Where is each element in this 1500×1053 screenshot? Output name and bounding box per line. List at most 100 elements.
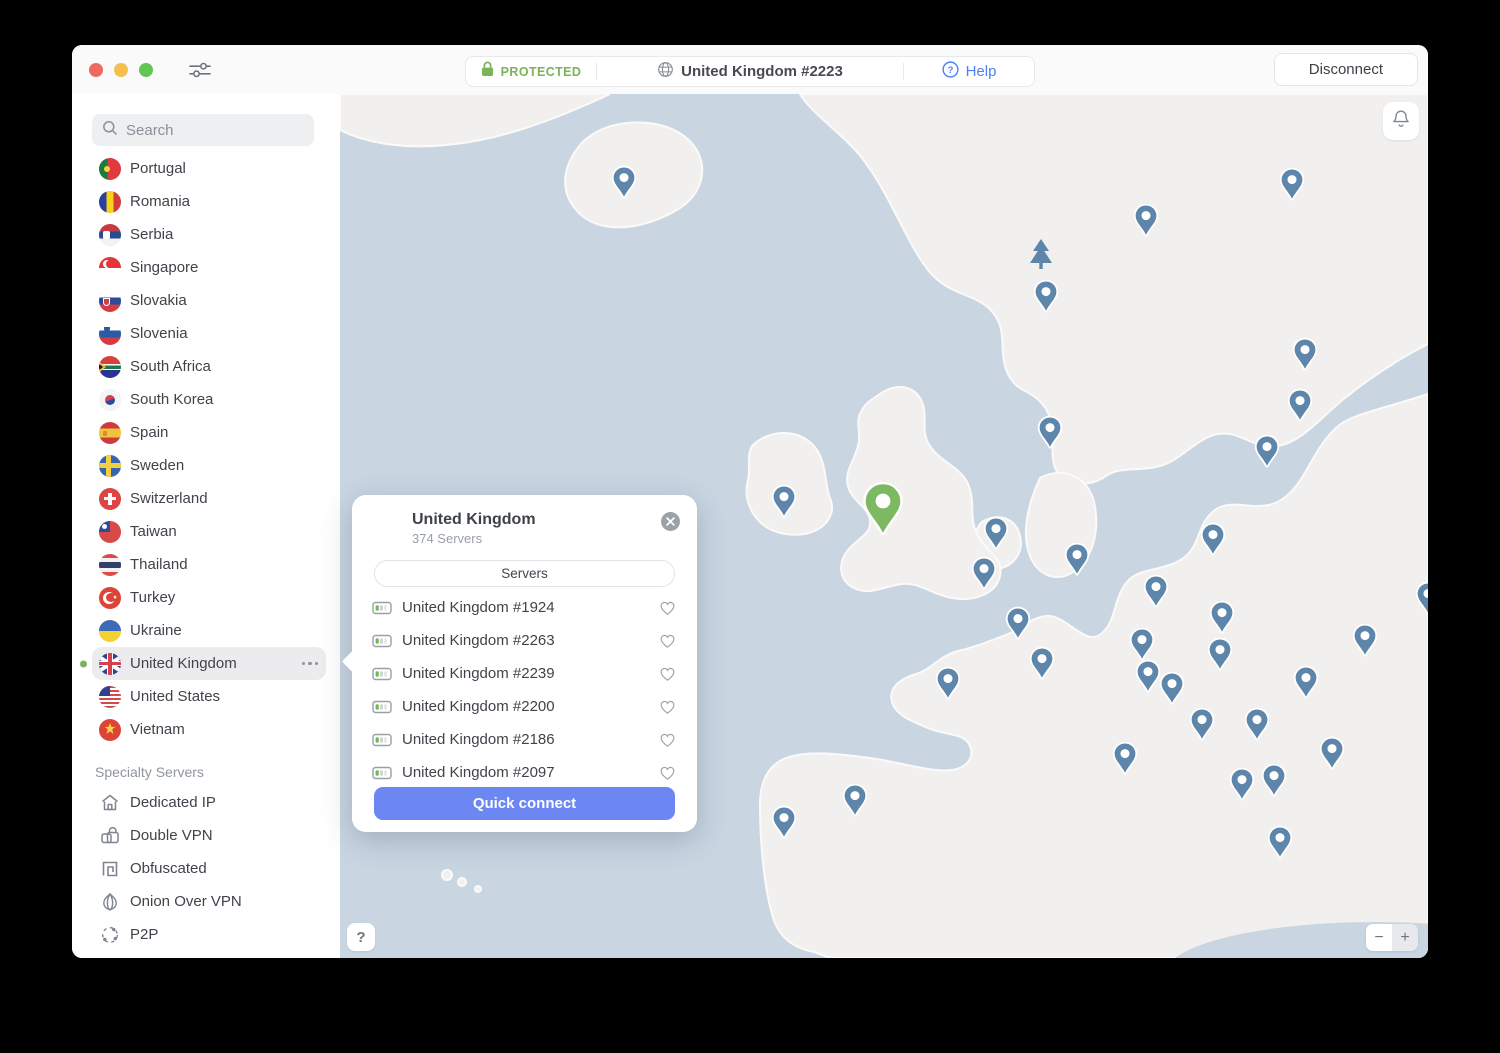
- map-pin[interactable]: [1266, 825, 1294, 865]
- map-pin[interactable]: [610, 165, 638, 205]
- sidebar-item-dedicated-ip[interactable]: Dedicated IP: [92, 786, 326, 819]
- map-pin[interactable]: [1228, 767, 1256, 807]
- map-pin[interactable]: [1132, 203, 1160, 243]
- zoom-out-button[interactable]: −: [1366, 924, 1392, 951]
- map-pin[interactable]: [1032, 279, 1060, 319]
- sidebar-item-turkey[interactable]: Turkey: [92, 581, 326, 614]
- sidebar-item-onion-over-vpn[interactable]: Onion Over VPN: [92, 885, 326, 918]
- help-button[interactable]: ? Help: [904, 57, 1034, 86]
- sidebar-item-south-korea[interactable]: South Korea: [92, 383, 326, 416]
- favorite-heart-icon[interactable]: [658, 632, 677, 650]
- server-row[interactable]: United Kingdom #1924: [352, 591, 697, 624]
- map-pin[interactable]: [1036, 415, 1064, 455]
- map-pin[interactable]: [1208, 600, 1236, 640]
- map-help-button[interactable]: ?: [347, 923, 375, 951]
- map-pin[interactable]: [1286, 388, 1314, 428]
- search-icon: [102, 120, 118, 141]
- notifications-button[interactable]: [1383, 102, 1419, 140]
- map-pin[interactable]: [1028, 646, 1056, 686]
- server-row[interactable]: United Kingdom #2200: [352, 690, 697, 723]
- servers-tab[interactable]: Servers: [374, 560, 675, 587]
- map-pin[interactable]: [970, 556, 998, 596]
- quick-connect-button[interactable]: Quick connect: [374, 787, 675, 820]
- minimize-window-button[interactable]: [114, 62, 128, 77]
- map-pin[interactable]: [1318, 736, 1346, 776]
- sidebar-item-ukraine[interactable]: Ukraine: [92, 614, 326, 647]
- search-input[interactable]: [126, 121, 304, 139]
- sidebar-item-double-vpn[interactable]: Double VPN: [92, 819, 326, 852]
- sidebar-item-portugal[interactable]: Portugal: [92, 152, 326, 185]
- zoom-in-button[interactable]: +: [1392, 924, 1418, 951]
- map-pin-active[interactable]: [860, 481, 906, 543]
- sidebar-item-slovenia[interactable]: Slovenia: [92, 317, 326, 350]
- search-box[interactable]: [92, 114, 314, 146]
- sidebar-item-slovakia[interactable]: Slovakia: [92, 284, 326, 317]
- disconnect-button[interactable]: Disconnect: [1273, 53, 1418, 86]
- map-pin[interactable]: [1291, 337, 1319, 377]
- obfuscated-icon: [99, 858, 121, 880]
- server-row[interactable]: United Kingdom #2263: [352, 624, 697, 657]
- server-row[interactable]: United Kingdom #2239: [352, 657, 697, 690]
- map-pin[interactable]: [1243, 707, 1271, 747]
- country-list: Portugal Romania Serbia Singapore Slovakia Sl…: [72, 152, 340, 746]
- zoom-window-button[interactable]: [139, 62, 153, 77]
- settings-sliders-icon[interactable]: [187, 60, 213, 80]
- map-pin[interactable]: [934, 666, 962, 706]
- taiwan-flag-icon: [99, 520, 121, 543]
- sidebar-item-south-africa[interactable]: South Africa: [92, 350, 326, 383]
- sidebar-item-obfuscated[interactable]: Obfuscated: [92, 852, 326, 885]
- map-pin[interactable]: [1351, 623, 1379, 663]
- country-label: Thailand: [130, 556, 188, 573]
- title-bar: PROTECTED United Kingdom #2223 ? Help Di…: [72, 45, 1428, 94]
- more-options-icon[interactable]: [301, 661, 318, 666]
- close-icon[interactable]: [660, 511, 681, 532]
- favorite-heart-icon[interactable]: [658, 665, 677, 683]
- map-pin[interactable]: [841, 783, 869, 823]
- map-pin[interactable]: [1260, 763, 1288, 803]
- map-pin[interactable]: [1158, 671, 1186, 711]
- sidebar-item-thailand[interactable]: Thailand: [92, 548, 326, 581]
- map-pin[interactable]: [982, 516, 1010, 556]
- sidebar-item-spain[interactable]: Spain: [92, 416, 326, 449]
- switzerland-flag-icon: [99, 487, 121, 510]
- map-pin[interactable]: [1414, 581, 1428, 621]
- sidebar-item-romania[interactable]: Romania: [92, 185, 326, 218]
- specialty-servers-header: Specialty Servers: [95, 764, 204, 780]
- portugal-flag-icon: [99, 157, 121, 180]
- map-pin[interactable]: [1278, 167, 1306, 207]
- sweden-flag-icon: [99, 454, 121, 477]
- map-pin[interactable]: [1111, 741, 1139, 781]
- country-label: Ukraine: [130, 622, 182, 639]
- favorite-heart-icon[interactable]: [658, 731, 677, 749]
- sidebar-item-p2p[interactable]: P2P: [92, 918, 326, 951]
- quick-connect-area: Quick connect: [352, 779, 697, 832]
- sidebar-item-united-kingdom[interactable]: United Kingdom: [80, 647, 326, 680]
- country-label: United States: [130, 688, 221, 705]
- map-pin[interactable]: [770, 805, 798, 845]
- close-window-button[interactable]: [89, 62, 103, 77]
- favorite-heart-icon[interactable]: [658, 698, 677, 716]
- map-pin[interactable]: [770, 484, 798, 524]
- map-pin[interactable]: [1292, 665, 1320, 705]
- map-pin[interactable]: [1206, 637, 1234, 677]
- sidebar-item-vietnam[interactable]: Vietnam: [92, 713, 326, 746]
- united-kingdom-flag-icon: [99, 652, 121, 675]
- sidebar-item-sweden[interactable]: Sweden: [92, 449, 326, 482]
- dedicated-ip-icon: [99, 792, 121, 814]
- map-pin[interactable]: [1063, 542, 1091, 582]
- favorite-heart-icon[interactable]: [658, 599, 677, 617]
- sidebar-item-united-states[interactable]: United States: [92, 680, 326, 713]
- sidebar-item-switzerland[interactable]: Switzerland: [92, 482, 326, 515]
- map-pin[interactable]: [1199, 522, 1227, 562]
- map-pin[interactable]: [1142, 574, 1170, 614]
- map-pin[interactable]: [1004, 606, 1032, 646]
- specialty-label: Dedicated IP: [130, 794, 216, 811]
- country-label: Slovakia: [130, 292, 187, 309]
- map-pin[interactable]: [1253, 434, 1281, 474]
- sidebar-item-singapore[interactable]: Singapore: [92, 251, 326, 284]
- server-row[interactable]: United Kingdom #2186: [352, 723, 697, 756]
- popup-server-count: 374 Servers: [412, 531, 483, 546]
- sidebar-item-taiwan[interactable]: Taiwan: [92, 515, 326, 548]
- sidebar-item-serbia[interactable]: Serbia: [92, 218, 326, 251]
- map-pin[interactable]: [1188, 707, 1216, 747]
